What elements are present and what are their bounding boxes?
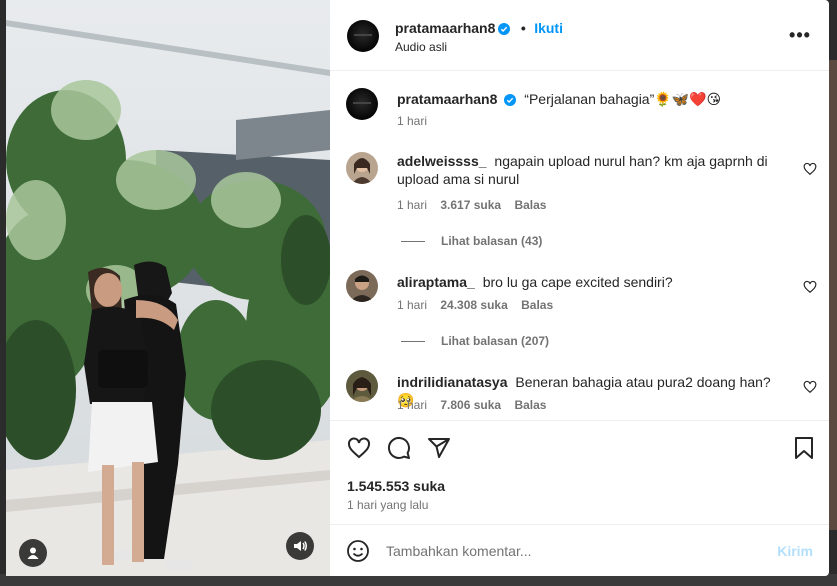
comment-meta: 1 hari 3.617 suka Balas bbox=[397, 198, 556, 212]
heart-icon[interactable] bbox=[803, 162, 817, 176]
caption-username[interactable]: pratamaarhan8 bbox=[397, 91, 497, 107]
view-replies-button[interactable]: Lihat balasan (43) bbox=[401, 234, 542, 248]
comment-bubble-icon bbox=[387, 436, 410, 459]
replies-divider bbox=[401, 240, 425, 242]
comment-username[interactable]: indrilidianatasya bbox=[397, 374, 507, 390]
view-replies-button[interactable]: Lihat balasan (207) bbox=[401, 334, 549, 348]
view-replies-label[interactable]: Lihat balasan (207) bbox=[441, 334, 549, 348]
commenter-avatar[interactable] bbox=[346, 270, 378, 302]
comment-time[interactable]: 1 hari bbox=[397, 298, 427, 312]
comment-item: aliraptama_ bro lu ga cape excited sendi… bbox=[346, 270, 817, 350]
likes-count[interactable]: 1.545.553 suka bbox=[347, 478, 445, 494]
caption-time[interactable]: 1 hari bbox=[397, 114, 427, 128]
user-tag-icon bbox=[27, 547, 39, 559]
reply-button[interactable]: Balas bbox=[514, 398, 546, 412]
comment-username[interactable]: adelweissss_ bbox=[397, 153, 487, 169]
replies-divider bbox=[401, 340, 425, 342]
caption-row: pratamaarhan8 “Perjalanan bahagia”🌻🦋❤️😘 … bbox=[346, 88, 817, 128]
post-timestamp[interactable]: 1 hari yang lalu bbox=[347, 498, 428, 512]
comment-time[interactable]: 1 hari bbox=[397, 198, 427, 212]
paper-plane-icon bbox=[428, 438, 450, 458]
reply-button[interactable]: Balas bbox=[521, 298, 553, 312]
background-overlay-edge bbox=[829, 60, 837, 530]
author-username[interactable]: pratamaarhan8 bbox=[395, 20, 495, 36]
comment-meta: 1 hari 24.308 suka Balas bbox=[397, 298, 563, 312]
author-line: pratamaarhan8 • Ikuti bbox=[395, 20, 563, 38]
verified-badge-icon bbox=[504, 94, 517, 106]
caption-body: “Perjalanan bahagia”🌻🦋❤️😘 bbox=[524, 91, 722, 107]
separator-dot: • bbox=[520, 20, 526, 36]
heart-icon[interactable] bbox=[803, 380, 817, 394]
comment-body: bro lu ga cape excited sendiri? bbox=[482, 274, 673, 290]
audio-label[interactable]: Audio asli bbox=[395, 40, 447, 54]
comment-item: indrilidianatasya Beneran bahagia atau p… bbox=[346, 370, 817, 420]
comment-username[interactable]: aliraptama_ bbox=[397, 274, 475, 290]
emoji-smiley-icon bbox=[347, 540, 369, 562]
comment-likes[interactable]: 24.308 suka bbox=[440, 298, 507, 312]
heart-icon bbox=[348, 437, 370, 459]
tagged-users-button[interactable] bbox=[19, 539, 47, 567]
comment-button[interactable] bbox=[387, 436, 411, 460]
bookmark-icon bbox=[795, 437, 813, 459]
author-avatar[interactable] bbox=[346, 88, 378, 120]
comment-meta: 1 hari 7.806 suka Balas bbox=[397, 398, 556, 412]
post-header: pratamaarhan8 • Ikuti Audio asli ••• bbox=[330, 0, 829, 71]
heart-icon[interactable] bbox=[803, 280, 817, 294]
audio-toggle-button[interactable] bbox=[286, 532, 314, 560]
author-avatar[interactable] bbox=[347, 20, 379, 52]
comment-likes[interactable]: 7.806 suka bbox=[440, 398, 501, 412]
verified-badge-icon bbox=[498, 23, 511, 35]
comment-likes[interactable]: 3.617 suka bbox=[440, 198, 501, 212]
more-options-icon[interactable]: ••• bbox=[789, 24, 811, 46]
reply-button[interactable]: Balas bbox=[514, 198, 546, 212]
post-media-video[interactable] bbox=[6, 0, 330, 576]
comment-text: aliraptama_ bro lu ga cape excited sendi… bbox=[397, 273, 787, 291]
view-replies-label[interactable]: Lihat balasan (43) bbox=[441, 234, 542, 248]
comment-item: adelweissss_ ngapain upload nurul han? k… bbox=[346, 152, 817, 252]
post-actions: 1.545.553 suka 1 hari yang lalu bbox=[330, 420, 829, 524]
video-frame-image bbox=[6, 0, 330, 576]
emoji-button[interactable] bbox=[346, 539, 370, 563]
comment-input[interactable] bbox=[386, 539, 766, 563]
commenter-avatar[interactable] bbox=[346, 152, 378, 184]
comments-list[interactable]: pratamaarhan8 “Perjalanan bahagia”🌻🦋❤️😘 … bbox=[330, 72, 829, 420]
comment-time[interactable]: 1 hari bbox=[397, 398, 427, 412]
add-comment-bar: Kirim bbox=[330, 524, 829, 576]
share-button[interactable] bbox=[427, 436, 451, 460]
follow-button[interactable]: Ikuti bbox=[534, 20, 563, 36]
speaker-icon bbox=[294, 541, 308, 551]
comment-text: adelweissss_ ngapain upload nurul han? k… bbox=[397, 152, 787, 188]
post-comment-button[interactable]: Kirim bbox=[777, 543, 813, 559]
save-button[interactable] bbox=[792, 436, 816, 460]
like-button[interactable] bbox=[347, 436, 371, 460]
commenter-avatar[interactable] bbox=[346, 370, 378, 402]
post-details-panel: pratamaarhan8 • Ikuti Audio asli ••• pra… bbox=[330, 0, 829, 576]
caption-text: pratamaarhan8 “Perjalanan bahagia”🌻🦋❤️😘 bbox=[397, 90, 787, 108]
caption-meta: 1 hari bbox=[397, 114, 437, 128]
